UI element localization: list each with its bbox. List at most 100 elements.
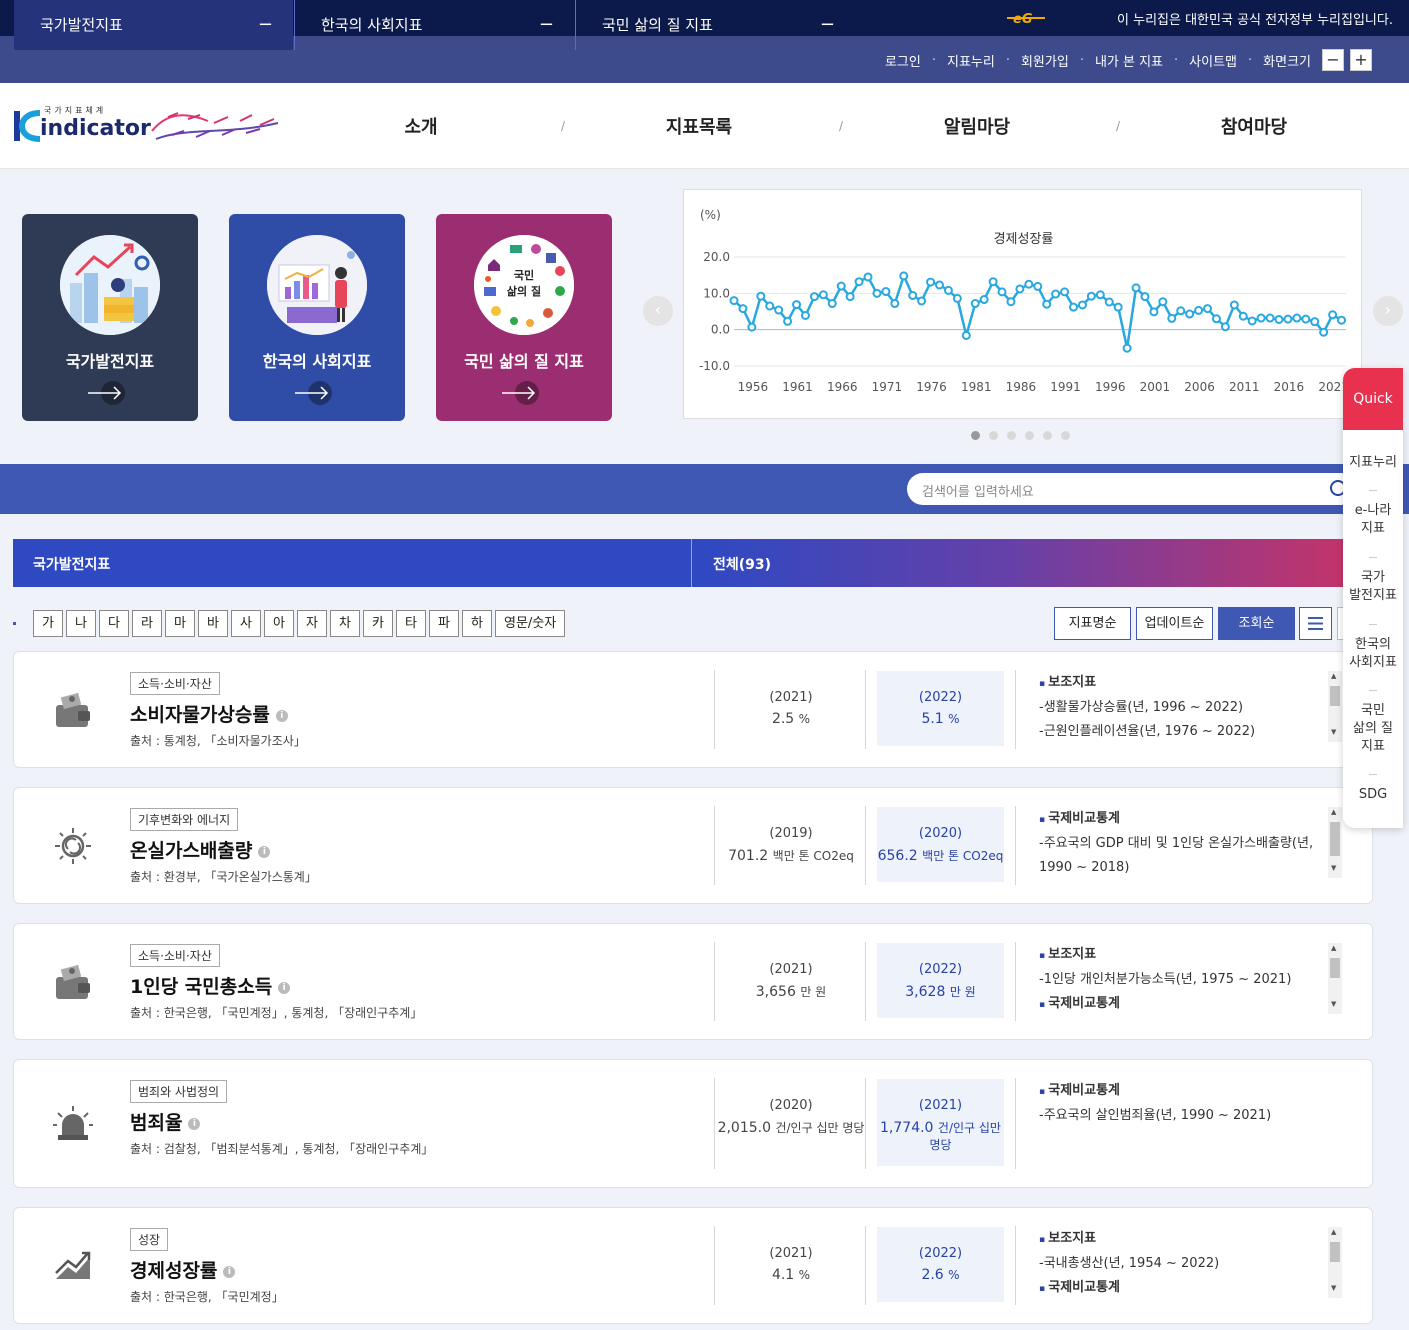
scroll-up-icon[interactable]: ▲	[1331, 808, 1336, 816]
scroll-down-icon[interactable]: ▼	[1331, 728, 1336, 736]
login-link[interactable]: 로그인	[885, 51, 921, 70]
indicator-name[interactable]: 1인당 국민총소득 i	[130, 972, 291, 999]
initial-filter-button[interactable]: 바	[198, 610, 228, 637]
scrollbar[interactable]: ▲ ▼	[1328, 807, 1342, 878]
initial-filter-button[interactable]: 하	[462, 610, 492, 637]
data-point	[1337, 315, 1347, 325]
info-icon[interactable]: i	[258, 845, 271, 858]
data-point	[1122, 343, 1132, 353]
initial-filter-button[interactable]: 아	[264, 610, 294, 637]
carousel-dot[interactable]	[1007, 431, 1016, 440]
related-indicator-link[interactable]: -국내총생산(년, 1954 ~ 2022)	[1039, 1252, 1324, 1276]
nav-intro[interactable]: 소개	[321, 113, 521, 139]
initial-filter-button[interactable]: 가	[33, 610, 63, 637]
indicator-name[interactable]: 소비자물가상승률 i	[130, 700, 288, 727]
related-indicator-link[interactable]: -주요국의 GDP 대비 및 1인당 온실가스배출량(년,	[1039, 832, 1324, 856]
indicator-nuri-link[interactable]: 지표누리	[947, 51, 995, 70]
sort-by-update-button[interactable]: 업데이트순	[1136, 607, 1213, 640]
scrollbar[interactable]: ▲ ▼	[1328, 943, 1342, 1014]
related-indicator-link[interactable]: -근원인플레이션율(년, 1976 ~ 2022)	[1039, 720, 1324, 744]
sort-by-views-button[interactable]: 조회순	[1218, 607, 1295, 640]
quick-menu-item[interactable]: e-나라 지표	[1343, 502, 1403, 538]
related-indicator-link[interactable]: 1990 ~ 2018)	[1039, 856, 1324, 880]
k-indicator-logo[interactable]: 국가지표체계 indicator	[14, 103, 151, 151]
initial-filter-button[interactable]: 자	[297, 610, 327, 637]
carousel-dot[interactable]	[1025, 431, 1034, 440]
initial-filter-button[interactable]: 마	[165, 610, 195, 637]
data-point	[1247, 316, 1257, 326]
scrollbar[interactable]: ▲ ▼	[1328, 671, 1342, 742]
indicator-card[interactable]: 소득·소비·자산 소비자물가상승률 i 출처 : 통계청, 「소비자물가조사」 (…	[13, 651, 1373, 768]
signup-link[interactable]: 회원가입	[1021, 51, 1069, 70]
scroll-down-icon[interactable]: ▼	[1331, 1000, 1336, 1008]
nav-notice[interactable]: 알림마당	[877, 113, 1077, 139]
tab-national-development[interactable]: 국가발전지표 −	[14, 0, 293, 50]
info-icon[interactable]: i	[188, 1117, 201, 1130]
initial-filter-button[interactable]: 타	[396, 610, 426, 637]
scroll-up-icon[interactable]: ▲	[1331, 1228, 1336, 1236]
category-card-quality-of-life[interactable]: 국민 삶의 질 국민 삶의 질 지표	[436, 214, 612, 421]
related-indicator-link[interactable]: -주요국의 살인범죄율(년, 1990 ~ 2021)	[1039, 1104, 1324, 1128]
initial-filter-button[interactable]: 카	[363, 610, 393, 637]
category-card-korean-social[interactable]: 한국의 사회지표	[229, 214, 405, 421]
initial-filter-button[interactable]: 사	[231, 610, 261, 637]
scrollbar[interactable]: ▲ ▼	[1328, 1227, 1342, 1298]
data-point	[845, 292, 855, 302]
initial-filter-button[interactable]: 차	[330, 610, 360, 637]
nav-participation[interactable]: 참여마당	[1154, 113, 1354, 139]
quick-menu-item[interactable]: 지표누리	[1343, 454, 1403, 472]
recent-indicators-link[interactable]: 내가 본 지표	[1095, 51, 1163, 70]
search-input[interactable]: 검색어를 입력하세요	[907, 473, 1357, 505]
tab-quality-of-life[interactable]: 국민 삶의 질 지표 −	[575, 0, 855, 50]
indicator-name-text: 소비자물가상승률	[130, 704, 270, 726]
scroll-down-icon[interactable]: ▼	[1331, 864, 1336, 872]
info-icon[interactable]: i	[275, 709, 288, 722]
collapse-icon[interactable]: −	[258, 0, 273, 50]
quick-menu-item[interactable]: 국민 삶의 질 지표	[1343, 702, 1403, 756]
initial-filter-button[interactable]: 다	[99, 610, 129, 637]
info-icon[interactable]: i	[278, 981, 291, 994]
chart-next-button[interactable]: ›	[1373, 296, 1403, 326]
zoom-out-button[interactable]: −	[1322, 49, 1344, 71]
scroll-thumb[interactable]	[1330, 686, 1340, 706]
carousel-dot[interactable]	[1043, 431, 1052, 440]
tab-label: 국민 삶의 질 지표	[602, 16, 713, 34]
indicator-card[interactable]: 범죄와 사법정의 범죄율 i 출처 : 검찰청, 「범죄분석통계」, 통계청, 「…	[13, 1059, 1373, 1188]
carousel-dot[interactable]	[989, 431, 998, 440]
indicator-name[interactable]: 온실가스배출량 i	[130, 836, 271, 863]
indicator-card[interactable]: 기후변화와 에너지 온실가스배출량 i 출처 : 환경부, 「국가온실가스통계」 …	[13, 787, 1373, 904]
initial-filter-button[interactable]: 파	[429, 610, 459, 637]
quick-menu-item[interactable]: 한국의 사회지표	[1343, 636, 1403, 672]
scroll-thumb[interactable]	[1330, 1242, 1340, 1262]
collapse-icon[interactable]: −	[539, 0, 554, 50]
related-indicator-link[interactable]: -1인당 개인처분가능소득(년, 1975 ~ 2021)	[1039, 968, 1324, 992]
indicator-card[interactable]: 소득·소비·자산 1인당 국민총소득 i 출처 : 한국은행, 「국민계정」, 통…	[13, 923, 1373, 1040]
carousel-dot[interactable]	[1061, 431, 1070, 440]
initial-filter-button[interactable]: 라	[132, 610, 162, 637]
tab-korean-social[interactable]: 한국의 사회지표 −	[294, 0, 574, 50]
indicator-name[interactable]: 경제성장률 i	[130, 1256, 236, 1283]
quick-menu-item[interactable]: 국가 발전지표	[1343, 569, 1403, 605]
data-point	[1292, 313, 1302, 323]
scroll-thumb[interactable]	[1330, 822, 1340, 856]
info-icon[interactable]: i	[223, 1265, 236, 1278]
sitemap-link[interactable]: 사이트맵	[1189, 51, 1237, 70]
list-view-button[interactable]	[1299, 607, 1332, 640]
indicator-card[interactable]: 성장 경제성장률 i 출처 : 한국은행, 「국민계정」 (2021) 4.1 %…	[13, 1207, 1373, 1324]
scroll-up-icon[interactable]: ▲	[1331, 944, 1336, 952]
scroll-thumb[interactable]	[1330, 958, 1340, 978]
carousel-dot[interactable]	[971, 431, 980, 440]
category-card-national-development[interactable]: 국가발전지표	[22, 214, 198, 421]
scroll-down-icon[interactable]: ▼	[1331, 1284, 1336, 1292]
indicator-name[interactable]: 범죄율 i	[130, 1108, 201, 1135]
collapse-icon[interactable]: −	[820, 0, 835, 50]
scroll-up-icon[interactable]: ▲	[1331, 672, 1336, 680]
related-indicator-link[interactable]: -생활물가상승률(년, 1996 ~ 2022)	[1039, 696, 1324, 720]
quick-menu-item[interactable]: SDG	[1343, 786, 1403, 804]
sort-by-name-button[interactable]: 지표명순	[1054, 607, 1131, 640]
chart-prev-button[interactable]: ‹	[643, 296, 673, 326]
initial-filter-button[interactable]: 영문/숫자	[495, 610, 566, 637]
nav-indicator-list[interactable]: 지표목록	[599, 113, 799, 139]
zoom-in-button[interactable]: +	[1350, 49, 1372, 71]
initial-filter-button[interactable]: 나	[66, 610, 96, 637]
